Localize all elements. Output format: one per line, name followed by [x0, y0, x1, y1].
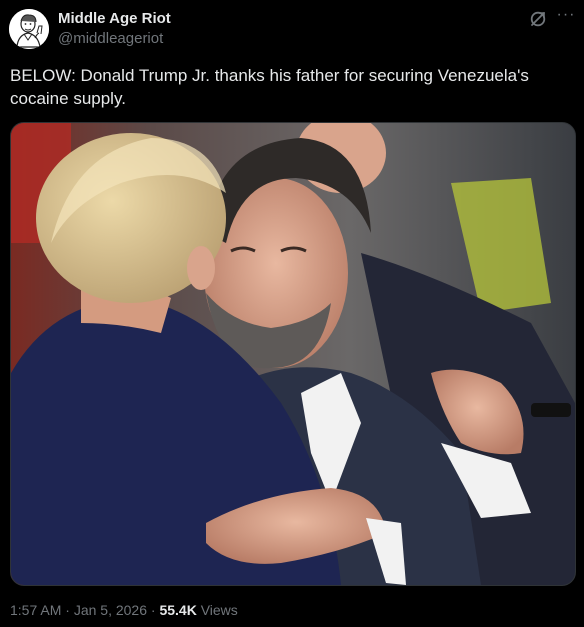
meta-separator: ·	[150, 602, 156, 618]
meta-separator: ·	[65, 602, 70, 618]
tweet-date[interactable]: Jan 5, 2026	[74, 602, 147, 618]
tweet-post: Middle Age Riot @middleageriot ··· BELOW…	[0, 0, 584, 627]
tweet-photo[interactable]	[10, 122, 576, 586]
author-handle[interactable]: @middleageriot	[58, 30, 163, 47]
photo-two-men-embracing-icon	[11, 123, 575, 585]
tweet-meta: 1:57 AM · Jan 5, 2026 · 55.4K Views	[10, 602, 238, 618]
grok-slash-icon[interactable]	[529, 10, 547, 28]
sketch-portrait-avatar-icon	[9, 9, 49, 49]
more-horizontal-icon[interactable]: ···	[556, 7, 576, 28]
tweet-header: Middle Age Riot @middleageriot ···	[8, 7, 576, 52]
author-avatar[interactable]	[9, 9, 49, 49]
views-count[interactable]: 55.4K	[159, 602, 196, 618]
tweet-text: BELOW: Donald Trump Jr. thanks his fathe…	[10, 66, 529, 108]
tweet-time[interactable]: 1:57 AM	[10, 602, 61, 618]
views-label: Views	[200, 602, 238, 618]
author-name[interactable]: Middle Age Riot	[58, 10, 171, 27]
